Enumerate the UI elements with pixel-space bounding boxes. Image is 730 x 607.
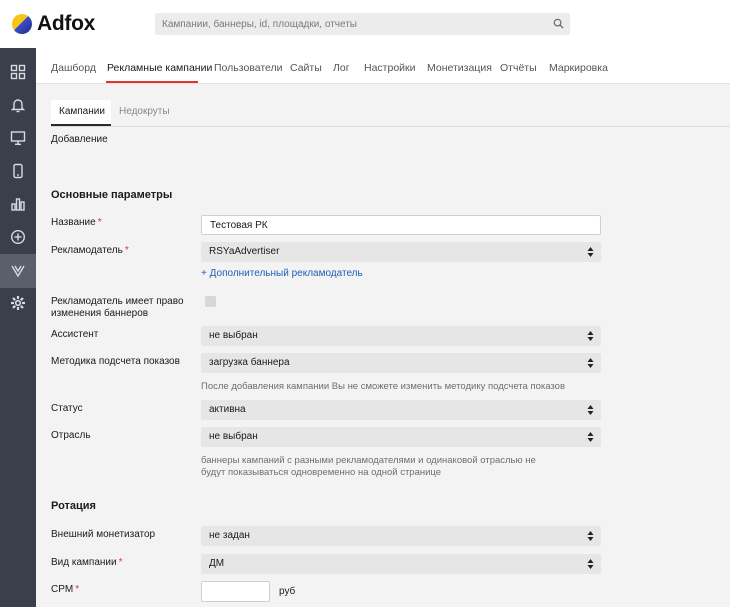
cpm-unit: руб — [279, 586, 296, 597]
name-label: Название * — [51, 217, 102, 228]
page-title: Добавление — [51, 134, 108, 145]
section-main-params: Основные параметры — [51, 189, 173, 201]
top-bar: Adfox — [0, 0, 730, 48]
advertiser-can-edit-label: Рекламодатель имеет право изменения банн… — [51, 296, 184, 319]
advertiser-can-edit-checkbox[interactable] — [205, 296, 216, 307]
impression-method-value: загрузка баннера — [209, 357, 290, 368]
external-monetizer-label: Внешний монетизатор — [51, 529, 156, 540]
bell-icon[interactable] — [8, 95, 28, 115]
status-label: Статус — [51, 403, 83, 414]
campaign-type-label: Вид кампании * — [51, 557, 123, 568]
name-input[interactable]: Тестовая РК — [201, 215, 601, 235]
campaign-type-value: ДМ — [209, 558, 225, 569]
logo-mark-icon — [12, 14, 32, 34]
select-arrows-icon — [587, 331, 594, 341]
advertiser-value: RSYaAdvertiser — [209, 246, 280, 257]
tab-sites[interactable]: Сайты — [290, 62, 322, 74]
impression-method-label: Методика подсчета показов — [51, 356, 180, 367]
select-arrows-icon — [587, 559, 594, 569]
tab-reports[interactable]: Отчёты — [500, 62, 537, 74]
subtab-campaigns[interactable]: Кампании — [59, 106, 105, 117]
left-sidebar — [0, 48, 36, 607]
tab-marking[interactable]: Маркировка — [549, 62, 608, 74]
bar-chart-icon[interactable] — [8, 194, 28, 214]
search-box[interactable] — [155, 13, 570, 35]
advertiser-label: Рекламодатель * — [51, 245, 129, 256]
mobile-phone-icon[interactable] — [8, 161, 28, 181]
tab-ad-campaigns[interactable]: Рекламные кампании — [107, 62, 212, 74]
assistant-value: не выбран — [209, 330, 258, 341]
campaign-type-select[interactable]: ДМ — [201, 554, 601, 574]
monitor-icon[interactable] — [8, 128, 28, 148]
assistant-select[interactable]: не выбран — [201, 326, 601, 346]
dashboard-grid-icon[interactable] — [8, 62, 28, 82]
tab-users[interactable]: Пользователи — [214, 62, 283, 74]
external-monetizer-select[interactable]: не задан — [201, 526, 601, 546]
industry-value: не выбран — [209, 431, 258, 442]
impression-method-hint: После добавления кампании Вы не сможете … — [201, 381, 566, 392]
select-arrows-icon — [587, 247, 594, 257]
select-arrows-icon — [587, 358, 594, 368]
search-icon[interactable] — [553, 18, 564, 29]
logo-text: Adfox — [37, 12, 95, 35]
advertiser-select[interactable]: RSYaAdvertiser — [201, 242, 601, 262]
cpm-label: CPM * — [51, 584, 80, 595]
impression-method-select[interactable]: загрузка баннера — [201, 353, 601, 373]
active-tab-indicator — [106, 81, 198, 83]
plus-circle-icon[interactable] — [8, 227, 28, 247]
subtab-underdelivered[interactable]: Недокруты — [119, 106, 170, 117]
tab-dashboard[interactable]: Дашборд — [51, 62, 96, 74]
gear-icon[interactable] — [8, 293, 28, 313]
tab-monetization[interactable]: Монетизация — [427, 62, 492, 74]
section-rotation: Ротация — [51, 500, 96, 512]
industry-select[interactable]: не выбран — [201, 427, 601, 447]
add-advertiser-link[interactable]: + Дополнительный рекламодатель — [201, 268, 363, 279]
subtab-divider — [51, 126, 730, 127]
status-value: активна — [209, 404, 246, 415]
industry-label: Отрасль — [51, 430, 91, 441]
tab-settings[interactable]: Настройки — [364, 62, 416, 74]
external-monetizer-value: не задан — [209, 530, 250, 541]
tab-log[interactable]: Лог — [333, 62, 350, 74]
select-arrows-icon — [587, 405, 594, 415]
search-input[interactable] — [155, 13, 535, 35]
select-arrows-icon — [587, 432, 594, 442]
adfox-logo[interactable]: Adfox — [12, 12, 95, 36]
industry-hint: баннеры кампаний с разными рекламодателя… — [201, 455, 536, 478]
assistant-label: Ассистент — [51, 329, 99, 340]
marking-icon[interactable] — [0, 254, 36, 288]
status-select[interactable]: активна — [201, 400, 601, 420]
cpm-input[interactable] — [201, 581, 270, 602]
select-arrows-icon — [587, 531, 594, 541]
main-nav-tabs: Дашборд Рекламные кампании Пользователи … — [36, 48, 730, 84]
